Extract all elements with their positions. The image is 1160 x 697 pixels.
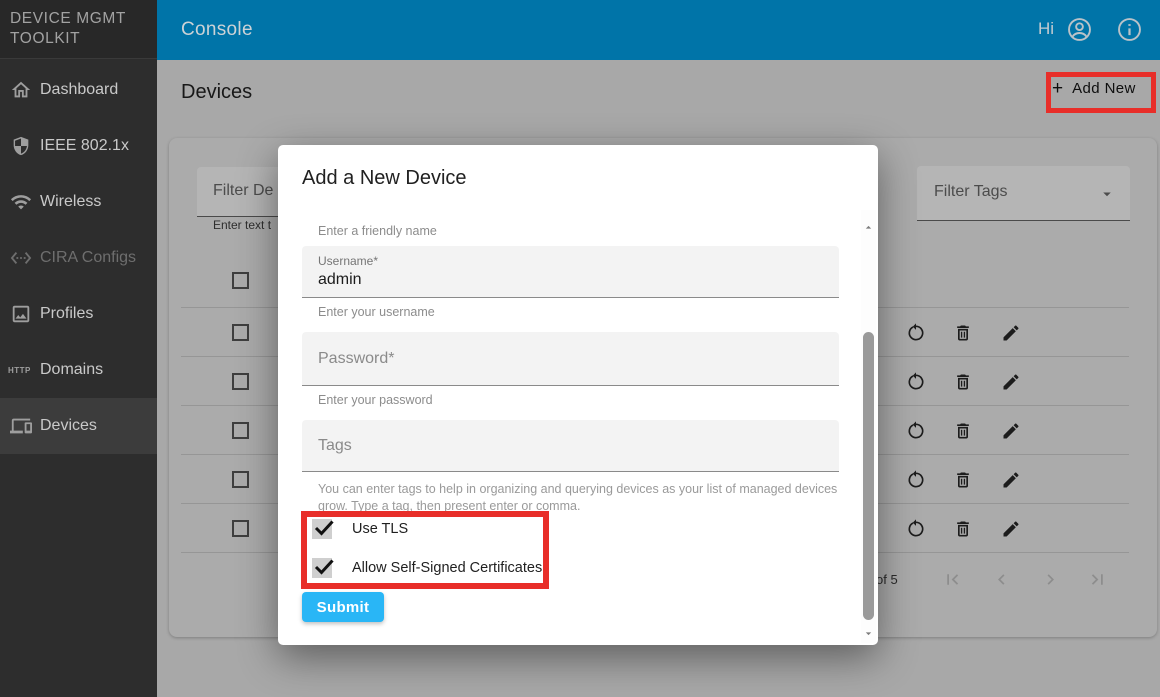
first-page-icon[interactable] <box>942 569 963 590</box>
sidebar-menu: Dashboard IEEE 802.1x Wireless CIRA Configs… <box>0 62 157 454</box>
tags-placeholder: Tags <box>318 437 352 455</box>
filter-devices-label: Filter De <box>213 182 273 200</box>
sidebar-item-wireless[interactable]: Wireless <box>0 174 157 230</box>
sidebar-item-ieee-802-1x[interactable]: IEEE 802.1x <box>0 118 157 174</box>
next-page-icon[interactable] <box>1040 569 1061 590</box>
sidebar-item-label: Dashboard <box>40 81 118 99</box>
row-checkbox[interactable] <box>232 324 249 341</box>
delete-icon[interactable] <box>953 470 973 490</box>
filter-tags-label: Filter Tags <box>934 183 1008 201</box>
refresh-icon[interactable] <box>906 323 926 343</box>
checkbox-label: Use TLS <box>352 521 408 537</box>
delete-icon[interactable] <box>953 323 973 343</box>
filter-tags-select[interactable]: Filter Tags <box>917 166 1130 221</box>
edit-icon[interactable] <box>1001 470 1021 490</box>
sidebar-item-cira-configs[interactable]: CIRA Configs <box>0 230 157 286</box>
home-icon <box>10 79 32 101</box>
sidebar-item-domains[interactable]: HTTP Domains <box>0 342 157 398</box>
sidebar-item-label: CIRA Configs <box>40 249 136 267</box>
sidebar-item-profiles[interactable]: Profiles <box>0 286 157 342</box>
sidebar-item-devices[interactable]: Devices <box>0 398 157 454</box>
username-helper: Enter your username <box>318 305 435 319</box>
row-checkbox[interactable] <box>232 520 249 537</box>
chevron-down-icon <box>1098 185 1116 203</box>
refresh-icon[interactable] <box>906 372 926 392</box>
delete-icon[interactable] <box>953 421 973 441</box>
wifi-icon <box>10 191 32 213</box>
shield-icon <box>10 135 32 157</box>
http-icon: HTTP <box>8 366 31 375</box>
greeting-text: Hi <box>1038 19 1054 39</box>
checkbox-box <box>312 519 332 539</box>
username-label: Username* <box>318 254 378 268</box>
console-title: Console <box>181 19 253 41</box>
friendly-name-helper: Enter a friendly name <box>318 224 437 238</box>
checkbox-use-tls[interactable]: Use TLS <box>312 519 408 539</box>
refresh-icon[interactable] <box>906 421 926 441</box>
sidebar-item-label: Profiles <box>40 305 93 323</box>
submit-button[interactable]: Submit <box>302 592 384 622</box>
app-window: DEVICE MGMT TOOLKIT Dashboard IEEE 802.1x… <box>0 0 1160 697</box>
sidebar-item-label: Devices <box>40 417 97 435</box>
app-logo: DEVICE MGMT TOOLKIT <box>0 0 157 59</box>
password-field[interactable]: Password* <box>302 332 839 386</box>
sidebar: DEVICE MGMT TOOLKIT Dashboard IEEE 802.1x… <box>0 0 157 697</box>
delete-icon[interactable] <box>953 519 973 539</box>
delete-icon[interactable] <box>953 372 973 392</box>
scroll-up-icon[interactable] <box>862 221 875 234</box>
add-device-modal: Add a New Device Enter a friendly name U… <box>278 145 878 645</box>
add-new-label: Add New <box>1072 80 1136 97</box>
scroll-down-icon[interactable] <box>862 627 875 640</box>
row-checkbox[interactable] <box>232 422 249 439</box>
username-value: admin <box>318 271 362 289</box>
modal-scrollbar[interactable] <box>861 210 876 643</box>
sidebar-item-label: Domains <box>40 361 103 379</box>
refresh-icon[interactable] <box>906 519 926 539</box>
topbar: Console Hi <box>157 0 1160 60</box>
edit-icon[interactable] <box>1001 372 1021 392</box>
refresh-icon[interactable] <box>906 470 926 490</box>
edit-icon[interactable] <box>1001 323 1021 343</box>
scrollbar-thumb[interactable] <box>863 332 874 620</box>
sidebar-item-label: Wireless <box>40 193 101 211</box>
ethernet-icon <box>10 247 32 269</box>
modal-title: Add a New Device <box>302 167 467 190</box>
account-icon[interactable] <box>1066 16 1093 43</box>
edit-icon[interactable] <box>1001 421 1021 441</box>
filter-devices-helper: Enter text t <box>213 218 271 232</box>
checkbox-label: Allow Self-Signed Certificates <box>352 560 542 576</box>
username-field[interactable]: Username* admin <box>302 246 839 298</box>
plus-icon: + <box>1052 79 1063 98</box>
tags-field[interactable]: Tags <box>302 420 839 472</box>
checkbox-allow-self-signed-certificates[interactable]: Allow Self-Signed Certificates <box>312 558 542 578</box>
edit-icon[interactable] <box>1001 519 1021 539</box>
app-title-line2: TOOLKIT <box>10 29 147 49</box>
tags-help-text: You can enter tags to help in organizing… <box>318 481 840 514</box>
checkbox-box <box>312 558 332 578</box>
devices-icon <box>10 415 32 437</box>
pagination-range: of 5 <box>876 572 898 587</box>
last-page-icon[interactable] <box>1087 569 1108 590</box>
add-new-button[interactable]: + Add New <box>1052 79 1136 98</box>
page-title: Devices <box>181 81 252 104</box>
password-placeholder: Password* <box>318 350 394 368</box>
sidebar-item-label: IEEE 802.1x <box>40 137 129 155</box>
row-checkbox[interactable] <box>232 471 249 488</box>
sidebar-item-dashboard[interactable]: Dashboard <box>0 62 157 118</box>
image-icon <box>10 303 32 325</box>
row-checkbox[interactable] <box>232 373 249 390</box>
password-helper: Enter your password <box>318 393 433 407</box>
app-title-line1: DEVICE MGMT <box>10 9 147 29</box>
select-all-checkbox[interactable] <box>232 272 249 289</box>
info-icon[interactable] <box>1116 16 1143 43</box>
prev-page-icon[interactable] <box>991 569 1012 590</box>
